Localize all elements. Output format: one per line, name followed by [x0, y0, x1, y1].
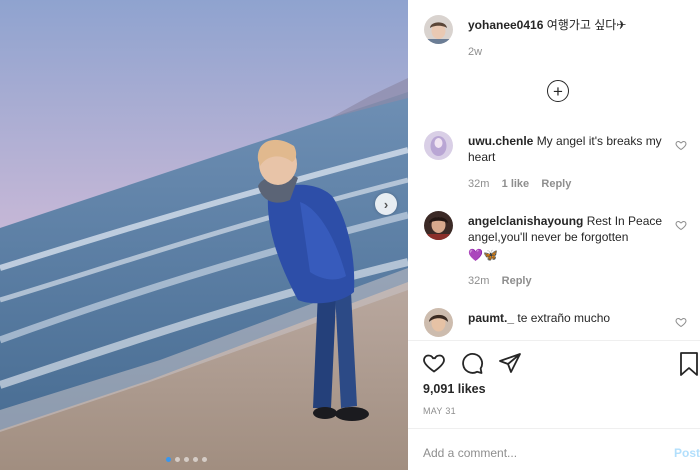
comment-body: uwu.chenle My angel it's breaks my heart [468, 133, 668, 165]
comments-panel: yohanee0416 여행가고 싶다✈ 2w + uwu.chenle My … [408, 0, 700, 470]
carousel-dot [175, 457, 180, 462]
comment-meta: 32m Reply [468, 275, 532, 287]
share-paper-plane-icon[interactable] [498, 351, 522, 375]
action-bar [422, 351, 522, 375]
add-comment-input[interactable]: Add a comment... [423, 446, 517, 460]
likes-count[interactable]: 9,091 likes [423, 382, 486, 396]
beach-photo [0, 0, 408, 470]
comment-time[interactable]: 32m [468, 275, 489, 287]
post-photo[interactable]: › [0, 0, 408, 470]
instagram-post-view: › yohanee0416 여행가고 싶다✈ 2w + uwu.chenle M… [0, 0, 700, 470]
comment-avatar[interactable] [424, 211, 453, 240]
comment-meta: 32m 1 like Reply [468, 178, 571, 190]
author-username[interactable]: yohanee0416 [468, 18, 543, 32]
carousel-dot [184, 457, 189, 462]
carousel-dot [193, 457, 198, 462]
chevron-right-icon: › [383, 196, 389, 212]
post-caption: yohanee0416 여행가고 싶다✈ [468, 17, 688, 33]
comment-username[interactable]: paumt._ [468, 311, 514, 325]
comment-avatar[interactable] [424, 308, 453, 337]
reply-link[interactable]: Reply [541, 178, 571, 190]
bookmark-icon[interactable] [678, 351, 700, 377]
comment-username[interactable]: angelclanishayoung [468, 214, 583, 228]
plus-circle-icon[interactable]: + [547, 80, 569, 102]
heart-icon[interactable] [675, 219, 687, 231]
carousel-dot-active [166, 457, 171, 462]
next-photo-button[interactable]: › [375, 193, 397, 215]
comment-likes[interactable]: 1 like [502, 178, 530, 190]
divider [408, 428, 700, 429]
divider [408, 340, 700, 341]
reply-link[interactable]: Reply [502, 275, 532, 287]
caption-time[interactable]: 2w [468, 46, 482, 58]
caption-text: 여행가고 싶다✈ [546, 18, 627, 32]
comment-time[interactable]: 32m [468, 178, 489, 190]
carousel-dot [202, 457, 207, 462]
comment-text: te extraño mucho [517, 311, 611, 325]
post-date[interactable]: MAY 31 [423, 406, 456, 416]
comment-emoji: 💜🦋 [468, 248, 498, 262]
comment-username[interactable]: uwu.chenle [468, 134, 533, 148]
like-heart-icon[interactable] [422, 351, 446, 375]
comment-body: paumt._ te extraño mucho [468, 310, 668, 326]
comment-body: angelclanishayoung Rest In Peace angel,y… [468, 213, 668, 263]
comment-bubble-icon[interactable] [460, 351, 484, 375]
heart-icon[interactable] [675, 316, 687, 328]
comment-avatar[interactable] [424, 131, 453, 160]
author-avatar[interactable] [424, 15, 453, 44]
heart-icon[interactable] [675, 139, 687, 151]
post-comment-button[interactable]: Post [674, 446, 700, 460]
carousel-dots [166, 457, 207, 462]
